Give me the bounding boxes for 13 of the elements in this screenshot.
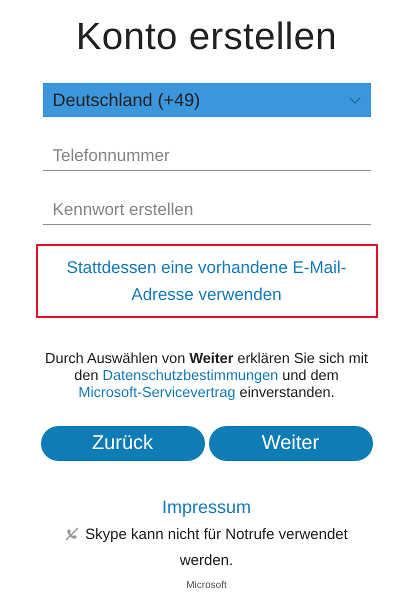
imprint-link[interactable]: Impressum (162, 497, 251, 518)
country-dropdown[interactable]: Deutschland (+49) (42, 83, 370, 117)
back-button[interactable]: Zurück (40, 426, 204, 461)
footer-brand: Microsoft (186, 580, 227, 591)
policy-link[interactable]: Microsoft-Servicevertrag (78, 385, 236, 401)
emergency-note: Skype kann nicht für Notrufe verwendet werden. (85, 526, 348, 569)
consent-text: Durch Auswählen von Weiter erklären Sie sich mit den Datenschutzbestimmungen und dem Microsoft-Servicevertrag einverstanden. (44, 351, 369, 402)
page-title: Konto erstellen (76, 16, 337, 59)
no-phone-icon (65, 527, 80, 541)
email-link[interactable]: Stattdessen eine vorhandene E-Mail-Adresse verwenden (36, 244, 378, 318)
next-button[interactable]: Weiter (208, 426, 372, 461)
chevron-down-icon (348, 96, 360, 104)
policy-link[interactable]: Datenschutzbestimmungen (102, 368, 278, 384)
